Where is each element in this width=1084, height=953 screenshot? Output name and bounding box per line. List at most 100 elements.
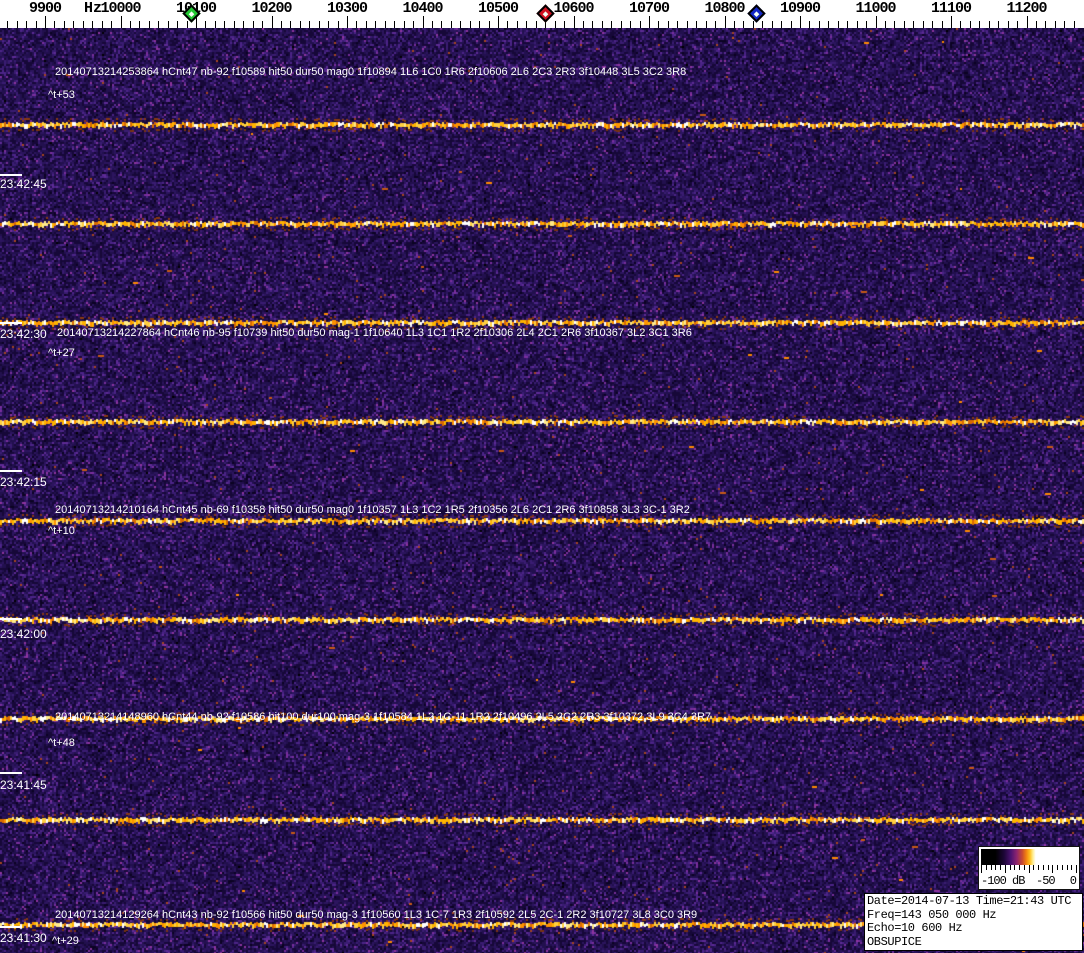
- db-scale-labels: -100 dB -50 0: [979, 874, 1079, 889]
- freq-tick-label: 10000: [100, 0, 141, 17]
- freq-minor-tick: [884, 21, 886, 28]
- freq-minor-tick: [16, 21, 18, 28]
- freq-minor-tick: [111, 21, 113, 28]
- marker-center-dot: [753, 11, 760, 18]
- freq-minor-tick: [186, 21, 188, 28]
- freq-minor-tick: [922, 21, 924, 28]
- freq-minor-tick: [941, 21, 943, 28]
- freq-minor-tick: [639, 21, 641, 28]
- db-scale-label-max: 0: [1069, 874, 1077, 888]
- time-offset-label: ^t+53: [48, 89, 75, 101]
- db-scale-label-mid: -50: [1036, 874, 1056, 888]
- freq-minor-tick: [177, 21, 179, 28]
- blue-marker[interactable]: [747, 4, 766, 23]
- db-scale-tick: [1052, 865, 1054, 873]
- freq-tick-label: 9900: [28, 0, 62, 17]
- spectrogram-canvas: [0, 28, 1084, 953]
- db-scale-ruler: [981, 865, 1077, 874]
- freq-minor-tick: [82, 21, 84, 28]
- db-scale-tick: [1042, 865, 1044, 870]
- db-scale-tick: [1066, 865, 1068, 870]
- freq-minor-tick: [422, 21, 424, 28]
- freq-minor-tick: [564, 21, 566, 28]
- time-tick: [0, 470, 22, 472]
- db-scale-tick: [1033, 865, 1035, 870]
- freq-minor-tick: [7, 21, 9, 28]
- freq-minor-tick: [356, 21, 358, 28]
- echo-annotation: 20140713214148960 hCnt44 nb-92 f10586 hi…: [55, 711, 712, 723]
- freq-minor-tick: [715, 21, 717, 28]
- db-scale-tick: [1009, 865, 1011, 870]
- echo-annotation: 20140713214210164 hCnt45 nb-69 f10358 hi…: [55, 504, 690, 516]
- freq-tick-label: 10500: [477, 0, 519, 17]
- time-offset-label: ^t+48: [48, 737, 75, 749]
- freq-minor-tick: [1073, 21, 1075, 28]
- db-scale-tick: [1038, 865, 1039, 870]
- freq-minor-tick: [120, 21, 122, 28]
- info-freq-line: Freq=143 050 000 Hz: [867, 907, 997, 922]
- freq-tick-label: 10800: [704, 0, 745, 17]
- db-scale-tick: [1023, 865, 1025, 870]
- db-scale-tick: [1071, 865, 1073, 870]
- time-offset-label: ^t+29: [52, 935, 79, 947]
- freq-minor-tick: [403, 21, 405, 28]
- freq-minor-tick: [290, 21, 292, 28]
- freq-minor-tick: [243, 21, 245, 28]
- freq-tick-label: 10900: [779, 0, 821, 17]
- freq-minor-tick: [790, 21, 792, 28]
- freq-minor-tick: [1064, 21, 1066, 28]
- freq-minor-tick: [866, 21, 868, 28]
- info-echo-line: Echo=10 600 Hz: [867, 921, 963, 935]
- freq-minor-tick: [535, 21, 537, 28]
- db-scale-tick: [995, 865, 997, 870]
- freq-minor-tick: [92, 21, 94, 28]
- freq-tick-label: 10300: [326, 0, 368, 17]
- freq-minor-tick: [998, 21, 1000, 28]
- freq-minor-tick: [262, 21, 264, 28]
- freq-minor-tick: [309, 21, 311, 28]
- time-label: 23:42:00: [0, 627, 47, 641]
- freq-minor-tick: [856, 21, 858, 28]
- freq-minor-tick: [167, 21, 169, 28]
- freq-tick-label: 11000: [855, 0, 896, 17]
- time-offset-label: ^t+10: [48, 525, 75, 537]
- freq-minor-tick: [601, 21, 603, 28]
- freq-minor-tick: [365, 21, 367, 28]
- time-label: 23:42:15: [0, 475, 47, 489]
- freq-minor-tick: [696, 21, 698, 28]
- freq-minor-tick: [431, 21, 433, 28]
- freq-minor-tick: [450, 21, 452, 28]
- freq-minor-tick: [818, 21, 820, 28]
- info-date-line: Date=2014-07-13 Time=21:43 UTC: [867, 894, 1072, 908]
- freq-tick-label: 11100: [930, 0, 972, 17]
- db-scale-tick: [1004, 865, 1006, 873]
- freq-minor-tick: [337, 21, 339, 28]
- freq-minor-tick: [620, 21, 622, 28]
- freq-minor-tick: [592, 21, 594, 28]
- freq-tick-label: 10600: [553, 0, 594, 17]
- freq-minor-tick: [847, 21, 849, 28]
- info-station-line: OBSUPICE: [867, 934, 922, 949]
- freq-minor-tick: [781, 21, 783, 28]
- freq-minor-tick: [743, 21, 745, 28]
- freq-minor-tick: [35, 21, 37, 28]
- freq-minor-tick: [214, 21, 216, 28]
- time-tick: [0, 926, 22, 928]
- freq-minor-tick: [413, 21, 415, 28]
- red-marker[interactable]: [536, 4, 555, 23]
- freq-minor-tick: [479, 21, 481, 28]
- freq-minor-tick: [1045, 21, 1047, 28]
- freq-minor-tick: [988, 21, 990, 28]
- time-label: 23:42:30: [0, 327, 47, 341]
- freq-minor-tick: [752, 21, 754, 28]
- freq-minor-tick: [54, 21, 56, 28]
- freq-minor-tick: [233, 21, 235, 28]
- freq-minor-tick: [951, 21, 952, 28]
- freq-minor-tick: [507, 21, 509, 28]
- freq-tick-label: 10200: [251, 0, 292, 17]
- freq-minor-tick: [516, 21, 518, 28]
- freq-minor-tick: [139, 21, 141, 28]
- freq-minor-tick: [677, 21, 679, 28]
- time-label: 23:42:45: [0, 177, 47, 191]
- freq-minor-tick: [101, 21, 103, 28]
